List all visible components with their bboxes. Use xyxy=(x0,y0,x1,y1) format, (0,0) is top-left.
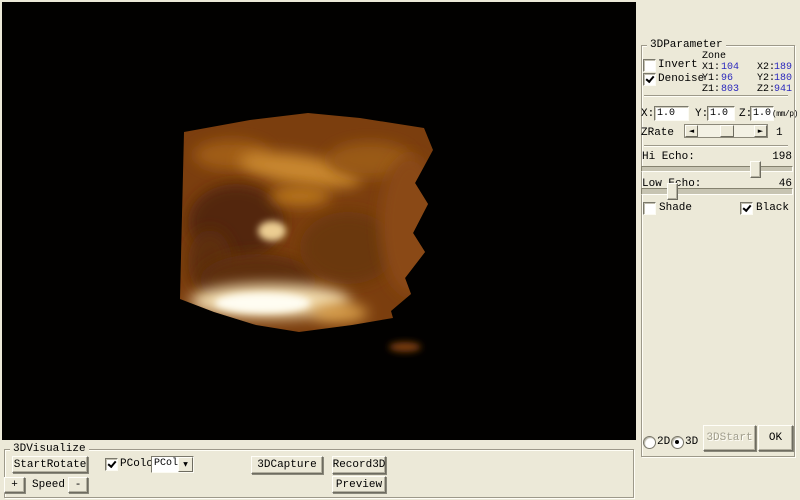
zone-x2-label: X2: xyxy=(757,62,774,73)
start-rotate-button[interactable]: StartRotate xyxy=(12,456,88,473)
zone-x2-value: 189 xyxy=(774,62,792,73)
zone-z1-label: Z1: xyxy=(702,84,721,95)
render-viewport[interactable] xyxy=(2,2,636,440)
pcolor-dropdown[interactable]: PColor xyxy=(151,456,194,473)
speed-plus-button[interactable]: + xyxy=(4,477,25,493)
dropdown-arrow-icon[interactable] xyxy=(178,457,193,472)
mode-2d-label: 2D xyxy=(657,436,670,448)
zone-z1-value: 803 xyxy=(721,84,757,95)
denoise-checkbox[interactable] xyxy=(643,73,656,86)
hi-echo-value: 198 xyxy=(768,151,792,163)
scale-z-input[interactable] xyxy=(750,106,774,121)
zone-y1-label: Y1: xyxy=(702,73,721,84)
scale-x-label: X: xyxy=(641,108,654,120)
zrate-track[interactable] xyxy=(698,125,754,137)
scale-y-input[interactable] xyxy=(707,106,735,121)
mode-3d-label: 3D xyxy=(685,436,698,448)
black-label: Black xyxy=(756,202,789,214)
zone-z2-value: 941 xyxy=(774,84,792,95)
zrate-scrollbar[interactable]: ◄ ► xyxy=(684,124,768,138)
separator xyxy=(644,145,788,147)
zrate-label: ZRate xyxy=(641,127,674,139)
denoise-label: Denoise xyxy=(658,73,704,85)
zrate-right-arrow-icon[interactable]: ► xyxy=(754,125,767,137)
hi-echo-thumb[interactable] xyxy=(750,161,761,178)
zone-y2-label: Y2: xyxy=(757,73,774,84)
speed-minus-button[interactable]: - xyxy=(68,477,88,493)
shade-checkbox[interactable] xyxy=(643,202,656,215)
app-window: 3DParameter Invert Denoise Zone X1: 104 … xyxy=(0,0,800,500)
separator xyxy=(644,95,788,97)
zone-y2-value: 180 xyxy=(774,73,792,84)
pcolor-dropdown-value: PColor xyxy=(152,457,178,472)
start3d-button[interactable]: 3DStart xyxy=(703,425,756,451)
zrate-thumb[interactable] xyxy=(720,125,734,137)
shade-label: Shade xyxy=(659,202,692,214)
zone-z2-label: Z2: xyxy=(757,84,774,95)
zrate-value: 1 xyxy=(776,127,783,139)
invert-label: Invert xyxy=(658,59,698,71)
record3d-button[interactable]: Record3D xyxy=(332,456,386,474)
black-checkbox[interactable] xyxy=(740,202,753,215)
zrate-left-arrow-icon[interactable]: ◄ xyxy=(685,125,698,137)
ok-button[interactable]: OK xyxy=(758,425,793,451)
zone-table: X1: 104 X2: 189 Y1: 96 Y2: 180 Z1: 803 Z… xyxy=(702,62,792,95)
capture3d-button[interactable]: 3DCapture xyxy=(251,456,323,474)
ultrasound-render xyxy=(2,2,636,440)
zone-x1-value: 104 xyxy=(721,62,757,73)
hi-echo-label: Hi Echo: xyxy=(642,151,695,163)
right-panel: 3DParameter Invert Denoise Zone X1: 104 … xyxy=(637,0,800,500)
low-echo-thumb[interactable] xyxy=(667,183,678,200)
zone-x1-label: X1: xyxy=(702,62,721,73)
scale-x-input[interactable] xyxy=(654,106,689,121)
low-echo-slider[interactable] xyxy=(641,188,793,195)
mode-2d-radio[interactable] xyxy=(643,436,656,449)
hi-echo-slider[interactable] xyxy=(641,166,793,172)
preview-button[interactable]: Preview xyxy=(332,476,386,493)
zone-y1-value: 96 xyxy=(721,73,757,84)
speed-label: Speed xyxy=(32,479,65,491)
invert-checkbox[interactable] xyxy=(643,59,656,72)
group-3dvisualize-title: 3DVisualize xyxy=(10,443,89,456)
pcolor-checkbox[interactable] xyxy=(105,458,118,471)
scale-unit: (mm/p) xyxy=(772,109,798,121)
mode-3d-radio[interactable] xyxy=(671,436,684,449)
